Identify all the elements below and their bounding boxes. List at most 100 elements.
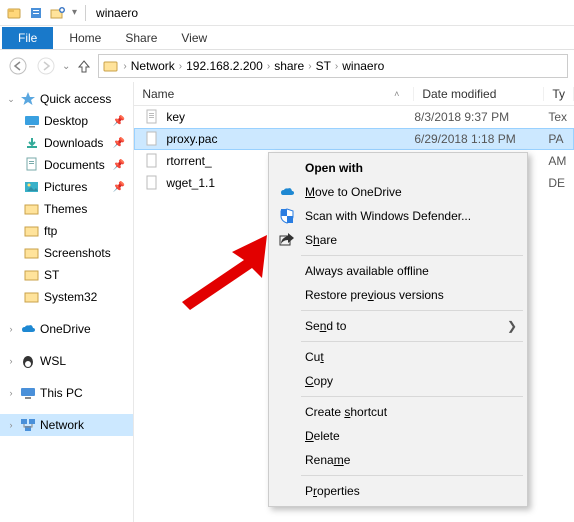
column-headers: Name˄ Date modified Ty [134, 82, 574, 106]
nav-label: Documents [44, 158, 105, 172]
menu-share[interactable]: Share [271, 228, 525, 252]
recent-locations-chevron-icon[interactable]: ⌄ [62, 61, 70, 72]
nav-label: OneDrive [40, 322, 91, 336]
tab-file[interactable]: File [2, 27, 53, 49]
downloads-icon [24, 135, 40, 151]
file-name: wget_1.1 [166, 176, 215, 190]
nav-desktop[interactable]: Desktop 📌 [0, 110, 133, 132]
nav-label: ftp [44, 224, 57, 238]
expand-icon[interactable]: › [6, 388, 16, 398]
onedrive-icon [20, 321, 36, 337]
nav-documents[interactable]: Documents📌 [0, 154, 133, 176]
nav-label: Themes [44, 202, 87, 216]
col-date[interactable]: Date modified [414, 87, 544, 101]
menu-copy[interactable]: Copy [271, 369, 525, 393]
nav-ftp[interactable]: ftp [0, 220, 133, 242]
menu-label: Copy [305, 374, 333, 388]
folder-icon [24, 289, 40, 305]
shield-icon [277, 208, 297, 224]
tab-home[interactable]: Home [57, 27, 113, 49]
nav-wsl[interactable]: › WSL [0, 350, 133, 372]
separator [85, 5, 86, 21]
chevron-right-icon[interactable]: › [306, 61, 313, 72]
menu-cut[interactable]: Cut [271, 345, 525, 369]
col-type[interactable]: Ty [544, 87, 574, 101]
nav-label: WSL [40, 354, 66, 368]
breadcrumb-item[interactable]: Network [131, 59, 175, 73]
pc-icon [20, 385, 36, 401]
menu-create-shortcut[interactable]: Create shortcut [271, 400, 525, 424]
nav-themes[interactable]: Themes [0, 198, 133, 220]
navigation-pane: ⌄ Quick access Desktop📌 Downloads📌 Docum… [0, 82, 134, 522]
properties-qat-icon[interactable] [28, 5, 44, 21]
menu-separator [301, 475, 523, 476]
nav-quick-access[interactable]: ⌄ Quick access [0, 88, 133, 110]
nav-network[interactable]: › Network [0, 414, 133, 436]
file-date: 6/29/2018 1:18 PM [414, 132, 544, 146]
tab-view[interactable]: View [169, 27, 219, 49]
menu-scan-defender[interactable]: Scan with Windows Defender... [271, 204, 525, 228]
expand-icon[interactable]: › [6, 420, 16, 430]
menu-label: Delete [305, 429, 340, 443]
pin-icon: 📌 [113, 116, 125, 127]
chevron-right-icon[interactable]: › [121, 61, 128, 72]
breadcrumb-item[interactable]: 192.168.2.200 [186, 59, 263, 73]
menu-label: Rename [305, 453, 350, 467]
file-icon [144, 175, 160, 191]
menu-always-offline[interactable]: Always available offline [271, 259, 525, 283]
nav-label: Quick access [40, 92, 111, 106]
star-icon [20, 91, 36, 107]
expand-icon[interactable]: › [6, 324, 16, 334]
folder-icon [24, 267, 40, 283]
file-icon [144, 131, 160, 147]
chevron-right-icon[interactable]: › [333, 61, 340, 72]
menu-rename[interactable]: Rename [271, 448, 525, 472]
menu-label: Cut [305, 350, 324, 364]
file-row-selected[interactable]: proxy.pac 6/29/2018 1:18 PM PA [134, 128, 574, 150]
nav-onedrive[interactable]: › OneDrive [0, 318, 133, 340]
expand-icon[interactable]: › [6, 356, 16, 366]
menu-label: Move to OneDrive [305, 185, 402, 199]
nav-label: Desktop [44, 114, 88, 128]
nav-label: Network [40, 418, 84, 432]
folder-icon [103, 58, 119, 74]
menu-open-with[interactable]: Open with [271, 156, 525, 180]
nav-st[interactable]: ST [0, 264, 133, 286]
menu-move-onedrive[interactable]: Move to OneDrive [271, 180, 525, 204]
new-folder-qat-icon[interactable] [50, 5, 66, 21]
nav-label: Pictures [44, 180, 87, 194]
menu-properties[interactable]: Properties [271, 479, 525, 503]
qat-chevron-icon[interactable]: ▾ [72, 7, 77, 18]
desktop-icon [24, 113, 40, 129]
pictures-icon [24, 179, 40, 195]
breadcrumb-item[interactable]: share [274, 59, 304, 73]
chevron-right-icon[interactable]: › [177, 61, 184, 72]
nav-back-button[interactable] [6, 54, 30, 78]
nav-label: Screenshots [44, 246, 111, 260]
menu-restore-versions[interactable]: Restore previous versions [271, 283, 525, 307]
menu-delete[interactable]: Delete [271, 424, 525, 448]
nav-pictures[interactable]: Pictures 📌 [0, 176, 133, 198]
breadcrumb-item[interactable]: ST [316, 59, 331, 73]
onedrive-icon [277, 186, 297, 198]
menu-send-to[interactable]: Send to❯ [271, 314, 525, 338]
pin-icon: 📌 [113, 182, 125, 193]
chevron-right-icon[interactable]: › [265, 61, 272, 72]
col-name[interactable]: Name˄ [134, 87, 414, 101]
breadcrumb[interactable]: › Network › 192.168.2.200 › share › ST ›… [98, 54, 568, 78]
file-row[interactable]: key 8/3/2018 9:37 PM Tex [134, 106, 574, 128]
menu-label: Restore previous versions [305, 288, 444, 302]
documents-icon [24, 157, 40, 173]
nav-label: Downloads [44, 136, 103, 150]
nav-up-button[interactable] [74, 54, 94, 78]
nav-downloads[interactable]: Downloads📌 [0, 132, 133, 154]
nav-system32[interactable]: System32 [0, 286, 133, 308]
nav-screenshots[interactable]: Screenshots [0, 242, 133, 264]
nav-this-pc[interactable]: ›This PC [0, 382, 133, 404]
folder-icon [24, 201, 40, 217]
nav-forward-button[interactable] [34, 54, 58, 78]
tab-share[interactable]: Share [113, 27, 169, 49]
menu-label: Always available offline [305, 264, 429, 278]
breadcrumb-item[interactable]: winaero [342, 59, 384, 73]
collapse-icon[interactable]: ⌄ [6, 94, 16, 105]
